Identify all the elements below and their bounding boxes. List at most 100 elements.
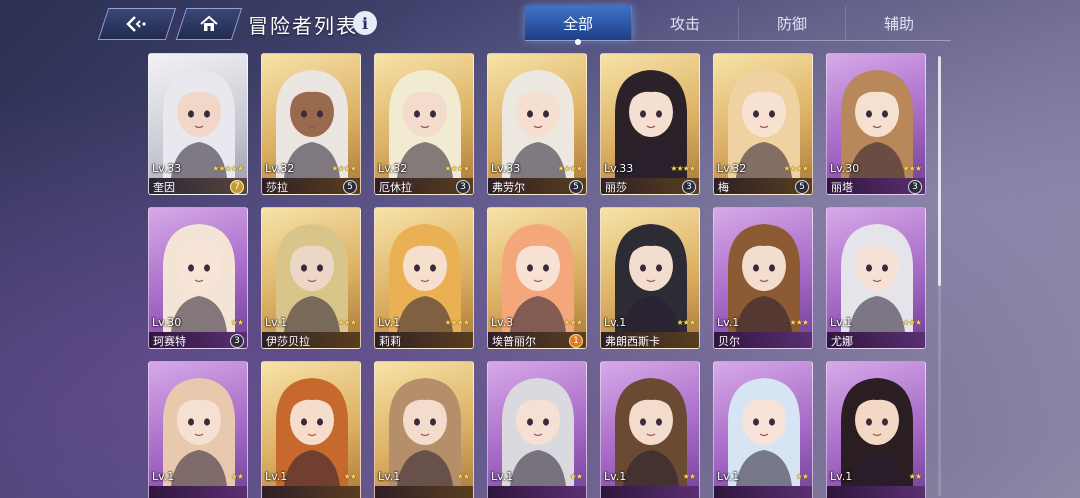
character-level: Lv.1 [265, 470, 288, 483]
character-level: Lv.30 [152, 316, 182, 329]
character-level: Lv.1 [604, 470, 627, 483]
nameplate [488, 486, 586, 498]
star-rating: ★★★★ [444, 318, 470, 327]
rank-badge: 1 [569, 334, 583, 348]
rank-badge: 3 [230, 334, 244, 348]
character-level: Lv.32 [265, 162, 295, 175]
character-level: Lv.1 [152, 470, 175, 483]
nameplate [149, 486, 247, 498]
character-portrait [276, 70, 348, 178]
character-portrait [841, 224, 913, 332]
star-rating: ★★ [908, 472, 922, 481]
character-portrait [728, 378, 800, 486]
character-card[interactable]: Lv.1 ★★ [148, 361, 248, 498]
character-card[interactable]: Lv.1 ★★ [826, 361, 926, 498]
character-grid: Lv.33 ★★★★★ 奎因 7 Lv.32 ★★★★ 莎拉 5 Lv.32 ★★★★ 厄休拉 3 Lv… [148, 53, 928, 498]
character-portrait [389, 224, 461, 332]
character-portrait [276, 224, 348, 332]
rank-badge: 5 [569, 180, 583, 194]
character-card[interactable]: Lv.33 ★★★★★ 奎因 7 [148, 53, 248, 195]
nameplate [375, 486, 473, 498]
character-card[interactable]: Lv.33 ★★★★ 弗劳尔 5 [487, 53, 587, 195]
character-card[interactable]: Lv.33 ★★★★ 丽莎 3 [600, 53, 700, 195]
character-name: 贝尔 [718, 335, 740, 348]
category-tabs: 全部 攻击 防御 辅助 [525, 6, 952, 40]
character-card[interactable]: Lv.1 ★★ [487, 361, 587, 498]
rank-badge: 3 [682, 180, 696, 194]
character-card[interactable]: Lv.1 ★★★ 弗朗西斯卡 [600, 207, 700, 349]
page-title: 冒险者列表 [248, 14, 358, 38]
character-card[interactable]: Lv.1 ★★★ 尤娜 [826, 207, 926, 349]
character-portrait [728, 224, 800, 332]
character-card[interactable]: Lv.1 ★★ [600, 361, 700, 498]
nameplate [262, 486, 360, 498]
tab-support[interactable]: 辅助 [846, 6, 952, 40]
character-card[interactable]: Lv.1 ★★ [713, 361, 813, 498]
character-card[interactable]: Lv.1 ★★★★ 莉莉 [374, 207, 474, 349]
character-portrait [276, 378, 348, 486]
character-portrait [615, 378, 687, 486]
star-rating: ★★ [795, 472, 809, 481]
tab-attack[interactable]: 攻击 [632, 6, 739, 40]
character-name: 丽塔 [831, 181, 853, 194]
character-name: 弗朗西斯卡 [605, 335, 660, 348]
character-portrait [502, 224, 574, 332]
character-card[interactable]: Lv.1 ★★★ 贝尔 [713, 207, 813, 349]
info-button[interactable]: i [353, 11, 377, 35]
character-level: Lv.1 [378, 470, 401, 483]
tab-defense[interactable]: 防御 [739, 6, 846, 40]
back-arrow-icon [126, 16, 146, 32]
character-card[interactable]: Lv.32 ★★★★ 梅 5 [713, 53, 813, 195]
character-portrait [163, 70, 235, 178]
character-card[interactable]: Lv.1 ★★ [374, 361, 474, 498]
character-level: Lv.1 [717, 316, 740, 329]
character-level: Lv.1 [830, 470, 853, 483]
character-portrait [841, 70, 913, 178]
character-name: 丽莎 [605, 181, 627, 194]
star-rating: ★★★★ [444, 164, 470, 173]
character-portrait [502, 378, 574, 486]
character-portrait [389, 70, 461, 178]
character-card[interactable]: Lv.1 ★★ [261, 361, 361, 498]
character-portrait [615, 70, 687, 178]
character-level: Lv.1 [491, 470, 514, 483]
character-card[interactable]: Lv.32 ★★★★ 厄休拉 3 [374, 53, 474, 195]
star-rating: ★★★★ [783, 164, 809, 173]
star-rating: ★★★★ [557, 164, 583, 173]
star-rating: ★★ [343, 472, 357, 481]
star-rating: ★★★ [789, 318, 808, 327]
tabs-underline [525, 40, 951, 41]
scrollbar-thumb[interactable] [938, 56, 941, 286]
character-card[interactable]: Lv.3 ★★★ 埃普丽尔 1 [487, 207, 587, 349]
tab-all[interactable]: 全部 [525, 6, 632, 40]
character-level: Lv.3 [491, 316, 514, 329]
star-rating: ★★★★ [331, 164, 357, 173]
character-name: 尤娜 [831, 335, 853, 348]
star-rating: ★★★ [902, 164, 921, 173]
character-level: Lv.32 [717, 162, 747, 175]
star-rating: ★★ [682, 472, 696, 481]
character-card[interactable]: Lv.32 ★★★★ 莎拉 5 [261, 53, 361, 195]
home-button[interactable] [175, 8, 243, 40]
character-name: 莉莉 [379, 335, 401, 348]
character-portrait [163, 378, 235, 486]
star-rating: ★★ [230, 318, 244, 327]
character-portrait [728, 70, 800, 178]
back-button[interactable] [97, 8, 177, 40]
character-name: 伊莎贝拉 [266, 335, 310, 348]
nameplate [827, 486, 925, 498]
character-portrait [841, 378, 913, 486]
home-icon [200, 15, 218, 31]
character-card[interactable]: Lv.1 ★★★ 伊莎贝拉 [261, 207, 361, 349]
character-level: Lv.1 [830, 316, 853, 329]
character-name: 梅 [718, 181, 729, 194]
character-level: Lv.33 [491, 162, 521, 175]
character-name: 弗劳尔 [492, 181, 525, 194]
character-card[interactable]: Lv.30 ★★ 珂赛特 3 [148, 207, 248, 349]
character-name: 厄休拉 [379, 181, 412, 194]
character-level: Lv.33 [604, 162, 634, 175]
character-portrait [502, 70, 574, 178]
character-card[interactable]: Lv.30 ★★★ 丽塔 3 [826, 53, 926, 195]
character-level: Lv.1 [265, 316, 288, 329]
star-rating: ★★★★★ [212, 164, 244, 173]
